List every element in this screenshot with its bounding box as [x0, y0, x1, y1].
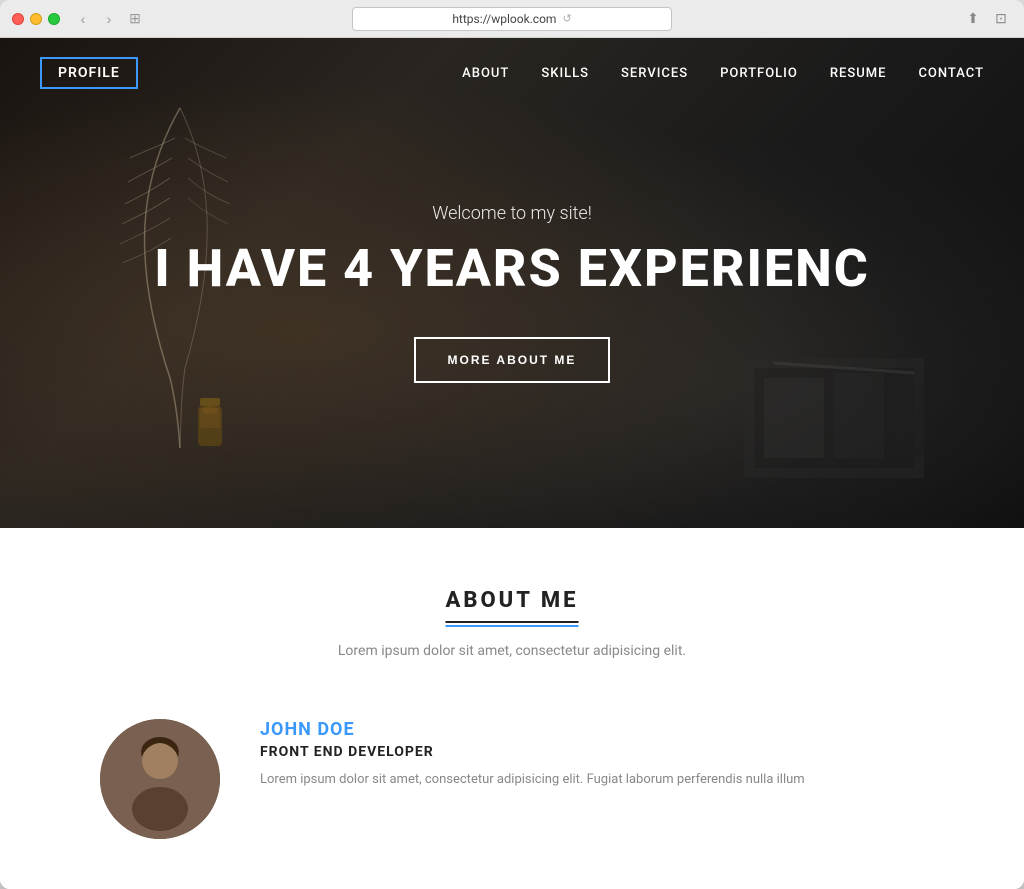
profile-info: JOHN DOE FRONT END DEVELOPER Lorem ipsum…: [260, 719, 924, 791]
hero-content: Welcome to my site! I HAVE 4 YEARS EXPER…: [154, 183, 870, 383]
address-bar-container: https://wplook.com ↺: [352, 7, 672, 31]
address-bar[interactable]: https://wplook.com ↺: [352, 7, 672, 31]
hero-section: PROFILE ABOUT SKILLS SERVICES PORTFOLIO …: [0, 38, 1024, 528]
browser-navigation: ‹ › ⊞: [72, 8, 146, 30]
section-header: ABOUT ME Lorem ipsum dolor sit amet, con…: [40, 588, 984, 659]
nav-contact[interactable]: CONTACT: [918, 66, 984, 81]
tab-button[interactable]: ⊞: [124, 8, 146, 30]
url-text: https://wplook.com: [452, 12, 556, 26]
hero-cta-button[interactable]: MORE ABOUT ME: [414, 337, 611, 383]
ink-bottle-decoration: [180, 388, 240, 468]
nav-resume[interactable]: RESUME: [830, 66, 887, 81]
section-title: ABOUT ME: [446, 588, 579, 623]
minimize-button[interactable]: [30, 13, 42, 25]
about-profile: JOHN DOE FRONT END DEVELOPER Lorem ipsum…: [40, 699, 984, 859]
share-button[interactable]: ⬆: [962, 8, 984, 30]
nav-services[interactable]: SERVICES: [621, 66, 688, 81]
about-section: ABOUT ME Lorem ipsum dolor sit amet, con…: [0, 528, 1024, 889]
section-description: Lorem ipsum dolor sit amet, consectetur …: [40, 643, 984, 659]
main-navigation: PROFILE ABOUT SKILLS SERVICES PORTFOLIO …: [0, 38, 1024, 108]
profile-name: JOHN DOE: [260, 719, 924, 740]
nav-portfolio[interactable]: PORTFOLIO: [720, 66, 798, 81]
maximize-button[interactable]: [48, 13, 60, 25]
profile-role: FRONT END DEVELOPER: [260, 744, 924, 760]
back-button[interactable]: ‹: [72, 8, 94, 30]
browser-window: ‹ › ⊞ https://wplook.com ↺ ⬆ ⊡: [0, 0, 1024, 889]
nav-skills[interactable]: SKILLS: [541, 66, 589, 81]
website-content: PROFILE ABOUT SKILLS SERVICES PORTFOLIO …: [0, 38, 1024, 889]
browser-titlebar: ‹ › ⊞ https://wplook.com ↺ ⬆ ⊡: [0, 0, 1024, 38]
profile-bio: Lorem ipsum dolor sit amet, consectetur …: [260, 770, 924, 791]
browser-actions: ⬆ ⊡: [962, 8, 1012, 30]
profile-avatar: [100, 719, 220, 839]
nav-links-container: ABOUT SKILLS SERVICES PORTFOLIO RESUME C…: [462, 66, 984, 81]
avatar-image: [100, 719, 220, 839]
reload-icon[interactable]: ↺: [562, 12, 571, 25]
nav-about[interactable]: ABOUT: [462, 66, 509, 81]
hero-title: I HAVE 4 YEARS EXPERIENC: [154, 240, 870, 297]
hero-subtitle: Welcome to my site!: [154, 203, 870, 224]
traffic-lights: [12, 13, 60, 25]
fullscreen-button[interactable]: ⊡: [990, 8, 1012, 30]
site-logo[interactable]: PROFILE: [40, 57, 138, 89]
forward-button[interactable]: ›: [98, 8, 120, 30]
close-button[interactable]: [12, 13, 24, 25]
